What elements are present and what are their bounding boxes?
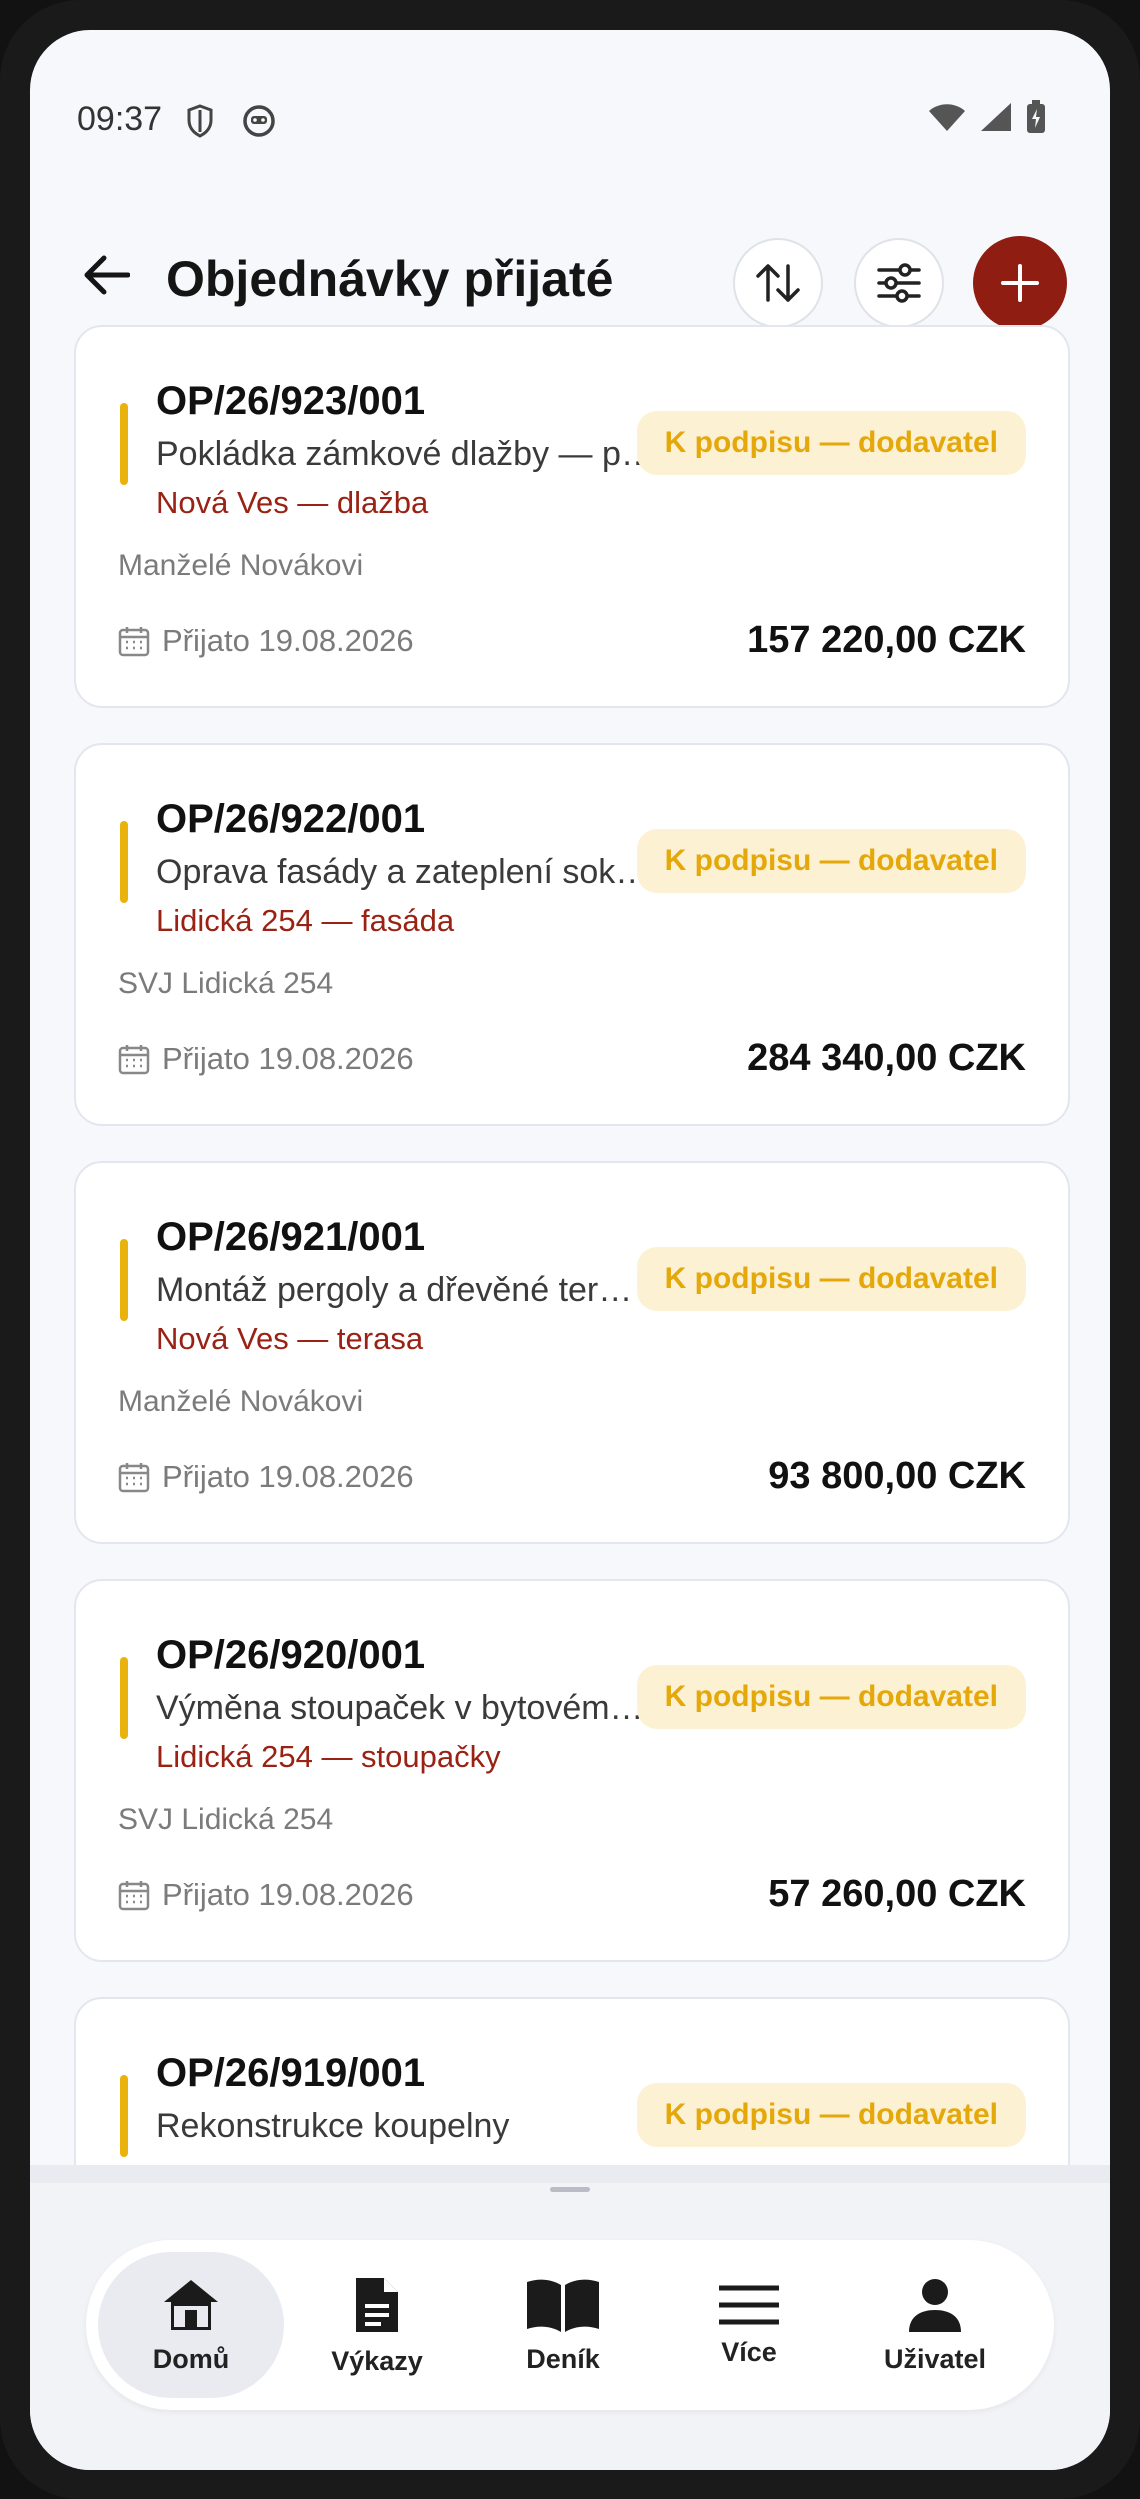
accent-bar [120, 403, 128, 485]
order-description: Oprava fasády a zateplení sok… [156, 853, 650, 891]
received-date: Přijato 19.08.2026 [162, 623, 414, 658]
calendar-icon [118, 1045, 150, 1075]
order-client: SVJ Lidická 254 [118, 967, 334, 1000]
order-client: Manželé Novákovi [118, 549, 364, 582]
order-site: Lidická 254 — fasáda [156, 903, 455, 938]
calendar-icon [118, 1463, 150, 1493]
order-description: Rekonstrukce koupelny [156, 2107, 510, 2145]
battery-icon [1026, 100, 1046, 139]
shield-icon [186, 104, 214, 143]
order-site: Lidická 254 — stoupačky [156, 1739, 501, 1774]
accent-bar [120, 1239, 128, 1321]
order-site: Nová Ves — dlažba [156, 485, 429, 520]
order-date: Přijato 19.08.2026 [118, 1877, 414, 1913]
drag-handle[interactable] [550, 2187, 590, 2192]
calendar-icon [118, 627, 150, 657]
order-code: OP/26/923/001 [156, 379, 426, 423]
sort-button[interactable] [733, 238, 823, 328]
status-time: 09:37 [77, 100, 163, 138]
received-date: Přijato 19.08.2026 [162, 1041, 414, 1076]
calendar-icon [118, 1881, 150, 1911]
received-date: Přijato 19.08.2026 [162, 1459, 414, 1494]
sort-icon [756, 264, 800, 302]
robot-icon [242, 104, 276, 143]
nav-item-reports[interactable]: Výkazy [284, 2252, 470, 2398]
plus-icon [1001, 264, 1039, 302]
nav-item-user[interactable]: Uživatel [842, 2252, 1028, 2398]
user-icon [909, 2278, 961, 2332]
device-frame: 09:37 Objednávky přijaté OP/26/923/001 P… [0, 0, 1140, 2499]
status-badge: K podpisu — dodavatel [636, 411, 1026, 475]
screen: 09:37 Objednávky přijaté OP/26/923/001 P… [30, 30, 1110, 2470]
order-client: SVJ Lidická 254 [118, 1803, 334, 1836]
order-amount: 57 260,00 CZK [768, 1873, 1026, 1915]
nav-separator [30, 2165, 1110, 2183]
order-code: OP/26/920/001 [156, 1633, 426, 1677]
order-client: Manželé Novákovi [118, 1385, 364, 1418]
order-date: Přijato 19.08.2026 [118, 1459, 414, 1495]
status-badge: K podpisu — dodavatel [636, 829, 1026, 893]
page-title: Objednávky přijaté [166, 251, 614, 307]
order-amount: 284 340,00 CZK [747, 1037, 1026, 1079]
nav-item-diary[interactable]: Deník [470, 2252, 656, 2398]
status-badge: K podpisu — dodavatel [636, 1665, 1026, 1729]
status-icons [928, 100, 1046, 139]
order-description: Výměna stoupaček v bytovém… [156, 1689, 644, 1727]
accent-bar [120, 821, 128, 903]
order-card[interactable]: OP/26/922/001 Oprava fasády a zateplení … [74, 743, 1070, 1126]
order-code: OP/26/921/001 [156, 1215, 426, 1259]
book-icon [527, 2279, 599, 2332]
nav-label: Uživatel [883, 2343, 987, 2374]
order-date: Přijato 19.08.2026 [118, 623, 414, 659]
nav-item-home[interactable]: Domů [98, 2252, 284, 2398]
order-card[interactable]: OP/26/921/001 Montáž pergoly a dřevěné t… [74, 1161, 1070, 1544]
nav-label: Domů [152, 2343, 230, 2374]
nav-label: Výkazy [331, 2345, 423, 2376]
wifi-icon [928, 102, 966, 137]
document-icon [356, 2277, 398, 2332]
order-amount: 157 220,00 CZK [747, 619, 1026, 661]
status-badge: K podpisu — dodavatel [636, 1247, 1026, 1311]
back-button[interactable] [76, 245, 136, 305]
arrow-left-icon [84, 255, 130, 295]
nav-label: Více [721, 2336, 777, 2367]
home-icon [164, 2279, 218, 2330]
order-description: Pokládka zámkové dlažby — p… [156, 435, 655, 473]
menu-icon [719, 2285, 779, 2324]
accent-bar [120, 2075, 128, 2157]
order-description: Montáž pergoly a dřevěné ter… [156, 1271, 633, 1309]
sliders-icon [877, 263, 921, 303]
status-badge: K podpisu — dodavatel [636, 2083, 1026, 2147]
order-code: OP/26/922/001 [156, 797, 426, 841]
order-code: OP/26/919/001 [156, 2051, 426, 2095]
bottom-nav: Domů Výkazy Deník Více Uživatel [86, 2240, 1054, 2410]
status-bar: 09:37 [30, 30, 1110, 170]
add-order-button[interactable] [973, 236, 1067, 330]
order-card[interactable]: OP/26/923/001 Pokládka zámkové dlažby — … [74, 325, 1070, 708]
received-date: Přijato 19.08.2026 [162, 1877, 414, 1912]
order-site: Nová Ves — terasa [156, 1321, 424, 1356]
nav-item-more[interactable]: Více [656, 2252, 842, 2398]
order-date: Přijato 19.08.2026 [118, 1041, 414, 1077]
filter-button[interactable] [854, 238, 944, 328]
signal-icon [980, 102, 1012, 137]
order-amount: 93 800,00 CZK [768, 1455, 1026, 1497]
order-card[interactable]: OP/26/920/001 Výměna stoupaček v bytovém… [74, 1579, 1070, 1962]
nav-label: Deník [526, 2343, 600, 2374]
accent-bar [120, 1657, 128, 1739]
